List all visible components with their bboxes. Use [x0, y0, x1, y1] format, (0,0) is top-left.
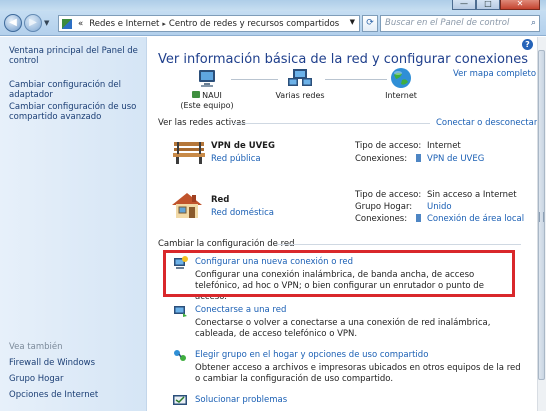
network-2-connections-label: Conexiones: [355, 214, 408, 224]
park-bench-icon [172, 139, 206, 165]
task-connect-network-description: Conectarse o volver a conectarse a una c… [195, 318, 491, 339]
section-divider [232, 123, 430, 124]
refresh-icon[interactable]: ⟳ [362, 15, 378, 32]
see-also-internet-options[interactable]: Opciones de Internet [9, 390, 141, 400]
control-panel-icon [62, 18, 72, 29]
internet-label: Internet [385, 91, 417, 100]
sidebar-link-advanced-sharing[interactable]: Cambiar configuración de uso compartido … [9, 102, 141, 122]
maximize-button[interactable]: □ [476, 0, 500, 10]
network-2-type-link[interactable]: Red doméstica [211, 208, 274, 218]
map-connector [231, 79, 278, 80]
highlight-box [163, 250, 515, 297]
breadcrumb-overflow[interactable]: « [78, 19, 83, 29]
network-1-type-link[interactable]: Red pública [211, 154, 261, 164]
multiple-networks-icon [287, 68, 313, 90]
house-icon [170, 190, 204, 220]
network-1-connection-link[interactable]: VPN de UVEG [416, 154, 484, 164]
computer-name: NAUI [178, 91, 236, 100]
address-bar[interactable]: « Redes e Internet ▸ Centro de redes y r… [58, 15, 360, 32]
computer-subtitle: (Este equipo) [180, 101, 234, 110]
network-2-name: Red [211, 195, 230, 205]
forward-arrow-icon[interactable]: ▶ [24, 14, 42, 32]
breadcrumb-chevron-icon[interactable]: ▸ [162, 20, 166, 28]
breadcrumb-networks[interactable]: Redes e Internet [89, 19, 159, 29]
troubleshoot-icon [172, 393, 188, 407]
window-controls: — □ ✕ [452, 0, 540, 10]
task-homegroup-link[interactable]: Elegir grupo en el hogar y opciones de u… [195, 350, 428, 360]
task-homegroup-description: Obtener acceso a archivos e impresoras u… [195, 363, 521, 384]
lan-icon [416, 214, 421, 222]
home-network-icon [192, 91, 201, 98]
address-dropdown-icon[interactable]: ▼ [350, 18, 355, 26]
homegroup-icon [172, 349, 188, 363]
recent-pages-dropdown-icon[interactable]: ▼ [44, 19, 49, 27]
network-2-access-label: Tipo de acceso: [355, 190, 422, 200]
search-placeholder: Buscar en el Panel de control [385, 18, 510, 28]
network-1-connection-text: VPN de UVEG [427, 154, 485, 164]
connect-network-icon [172, 304, 188, 318]
vpn-icon [416, 154, 421, 162]
task-connect-network-link[interactable]: Conectarse a una red [195, 305, 286, 315]
see-also-heading: Vea también [9, 342, 63, 352]
network-1-name: VPN de UVEG [211, 141, 275, 151]
help-icon[interactable]: ? [522, 39, 533, 50]
section-divider [276, 244, 521, 245]
network-2-connection-link[interactable]: Conexión de área local [416, 214, 524, 224]
network-1-connections-label: Conexiones: [355, 154, 408, 164]
full-map-link[interactable]: Ver mapa completo [453, 69, 536, 79]
page-title: Ver información básica de la red y confi… [158, 52, 528, 67]
see-also-homegroup[interactable]: Grupo Hogar [9, 374, 141, 384]
change-settings-heading: Cambiar la configuración de red [158, 239, 295, 249]
scrollbar-grip-icon [539, 212, 544, 222]
search-icon[interactable]: ⌕ [531, 16, 536, 31]
navigation-toolbar: ◀ ▶ ▼ « Redes e Internet ▸ Centro de red… [0, 11, 546, 36]
sidebar-link-adapter-settings[interactable]: Cambiar configuración del adaptador [9, 80, 141, 100]
sidebar-link-control-panel-home[interactable]: Ventana principal del Panel de control [9, 46, 141, 66]
minimize-button[interactable]: — [452, 0, 476, 10]
network-2-connection-text: Conexión de área local [427, 214, 525, 224]
search-input[interactable]: Buscar en el Panel de control ⌕ [380, 15, 540, 32]
back-arrow-icon[interactable]: ◀ [4, 14, 22, 32]
multiple-networks-label: Varias redes [275, 91, 325, 100]
globe-icon [390, 67, 412, 89]
breadcrumb-network-center[interactable]: Centro de redes y recursos compartidos [169, 19, 339, 29]
see-also-firewall[interactable]: Firewall de Windows [9, 358, 141, 368]
network-2-homegroup-label: Grupo Hogar: [355, 202, 413, 212]
computer-name-text: NAUI [202, 91, 222, 100]
task-troubleshoot-link[interactable]: Solucionar problemas [195, 395, 287, 405]
map-connector [325, 79, 387, 80]
network-1-access-value: Internet [427, 141, 461, 151]
network-1-access-label: Tipo de acceso: [355, 141, 422, 151]
computer-icon [196, 69, 218, 89]
connect-disconnect-link[interactable]: Conectar o desconectar [436, 118, 537, 128]
network-2-homegroup-link[interactable]: Unido [427, 202, 452, 212]
close-button[interactable]: ✕ [500, 0, 540, 10]
network-2-access-value: Sin acceso a Internet [427, 190, 517, 200]
